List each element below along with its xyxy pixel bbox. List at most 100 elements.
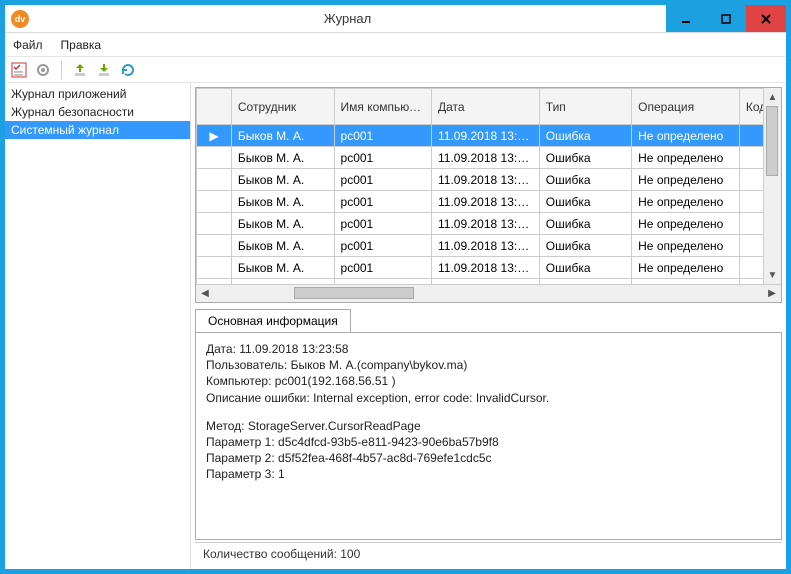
close-button[interactable] (746, 5, 786, 32)
table-row[interactable]: Быков М. А.pc00111.09.2018 13:2...Ошибка… (197, 213, 781, 235)
table-row[interactable]: Быков М. А.pc00111.09.2018 13:2...Ошибка… (197, 147, 781, 169)
app-icon: dv (11, 10, 29, 28)
detail-tabs: Основная информация (195, 309, 782, 332)
cell-date: 11.09.2018 13:2... (432, 169, 540, 191)
cell-employee: Быков М. А. (231, 235, 334, 257)
detail-method: Метод: StorageServer.CursorReadPage (206, 418, 771, 434)
vscroll-track[interactable] (764, 106, 781, 266)
horizontal-scrollbar[interactable]: ◀ ▶ (196, 284, 781, 302)
cell-computer: pc001 (334, 191, 432, 213)
status-bar: Количество сообщений: 100 (195, 542, 782, 565)
export-up-icon[interactable] (72, 62, 88, 78)
cell-date: 11.09.2018 13:2... (432, 235, 540, 257)
titlebar: dv Журнал (5, 5, 786, 33)
cell-employee: Быков М. А. (231, 213, 334, 235)
detail-param3: Параметр 3: 1 (206, 466, 771, 482)
cell-date: 11.09.2018 13:2... (432, 125, 540, 147)
cell-operation: Не определено (632, 125, 740, 147)
cell-operation: Не определено (632, 213, 740, 235)
table-row[interactable]: Быков М. А.pc00111.09.2018 13:2...Ошибка… (197, 191, 781, 213)
cell-type: Ошибка (539, 125, 631, 147)
cell-operation: Не определено (632, 235, 740, 257)
cell-operation: Не определено (632, 191, 740, 213)
col-type[interactable]: Тип (539, 89, 631, 125)
cell-computer: pc001 (334, 213, 432, 235)
spacer (206, 406, 771, 418)
col-computer[interactable]: Имя компьютера (334, 89, 432, 125)
cell-employee: Быков М. А. (231, 147, 334, 169)
scroll-right-icon[interactable]: ▶ (763, 288, 781, 299)
vscroll-thumb[interactable] (766, 106, 778, 176)
cell-type: Ошибка (539, 169, 631, 191)
cell-type: Ошибка (539, 235, 631, 257)
cell-type: Ошибка (539, 147, 631, 169)
gear-icon[interactable] (35, 62, 51, 78)
cell-employee: Быков М. А. (231, 257, 334, 279)
col-operation[interactable]: Операция (632, 89, 740, 125)
toolbar-separator (61, 61, 62, 79)
cell-operation: Не определено (632, 169, 740, 191)
sidebar: Журнал приложений Журнал безопасности Си… (5, 83, 191, 569)
tab-basic-info[interactable]: Основная информация (195, 309, 351, 332)
cell-computer: pc001 (334, 125, 432, 147)
minimize-button[interactable] (666, 5, 706, 32)
log-grid: Сотрудник Имя компьютера Дата Тип Операц… (195, 87, 782, 303)
toolbar (5, 57, 786, 83)
checklist-icon[interactable] (11, 62, 27, 78)
row-indicator: ▶ (197, 125, 232, 147)
window-controls (666, 5, 786, 32)
cell-type: Ошибка (539, 213, 631, 235)
table-row[interactable]: Быков М. А.pc00111.09.2018 13:2...Ошибка… (197, 235, 781, 257)
window-title: Журнал (29, 11, 666, 26)
scroll-up-icon[interactable]: ▲ (764, 88, 781, 106)
scroll-left-icon[interactable]: ◀ (196, 288, 214, 299)
hscroll-track[interactable] (214, 285, 763, 302)
cell-operation: Не определено (632, 257, 740, 279)
sidebar-item-system-log[interactable]: Системный журнал (5, 121, 190, 139)
cell-employee: Быков М. А. (231, 191, 334, 213)
maximize-button[interactable] (706, 5, 746, 32)
detail-computer: Компьютер: pc001(192.168.56.51 ) (206, 373, 771, 389)
menu-edit[interactable]: Правка (61, 38, 102, 52)
app-window: dv Журнал Файл Правка (4, 4, 787, 570)
cell-type: Ошибка (539, 257, 631, 279)
row-indicator (197, 213, 232, 235)
menubar: Файл Правка (5, 33, 786, 57)
refresh-icon[interactable] (120, 62, 136, 78)
main-panel: Сотрудник Имя компьютера Дата Тип Операц… (191, 83, 786, 569)
col-employee[interactable]: Сотрудник (231, 89, 334, 125)
grid-header-row: Сотрудник Имя компьютера Дата Тип Операц… (197, 89, 781, 125)
cell-computer: pc001 (334, 257, 432, 279)
cell-employee: Быков М. А. (231, 169, 334, 191)
cell-date: 11.09.2018 13:2... (432, 147, 540, 169)
vertical-scrollbar[interactable]: ▲ ▼ (763, 88, 781, 284)
row-indicator (197, 147, 232, 169)
row-indicator (197, 191, 232, 213)
detail-error: Описание ошибки: Internal exception, err… (206, 390, 771, 406)
sidebar-item-app-log[interactable]: Журнал приложений (5, 85, 190, 103)
cell-computer: pc001 (334, 147, 432, 169)
import-down-icon[interactable] (96, 62, 112, 78)
table-row[interactable]: ▶Быков М. А.pc00111.09.2018 13:2...Ошибк… (197, 125, 781, 147)
table-row[interactable]: Быков М. А.pc00111.09.2018 13:2...Ошибка… (197, 257, 781, 279)
cell-date: 11.09.2018 13:2... (432, 257, 540, 279)
hscroll-thumb[interactable] (294, 287, 414, 299)
cell-date: 11.09.2018 13:2... (432, 213, 540, 235)
col-date[interactable]: Дата (432, 89, 540, 125)
table-row[interactable]: Быков М. А.pc00111.09.2018 13:2...Ошибка… (197, 169, 781, 191)
cell-operation: Не определено (632, 147, 740, 169)
cell-type: Ошибка (539, 191, 631, 213)
cell-computer: pc001 (334, 235, 432, 257)
cell-date: 11.09.2018 13:2... (432, 191, 540, 213)
menu-file[interactable]: Файл (13, 38, 43, 52)
cell-computer: pc001 (334, 169, 432, 191)
detail-date: Дата: 11.09.2018 13:23:58 (206, 341, 771, 357)
row-indicator (197, 257, 232, 279)
grid-viewport[interactable]: Сотрудник Имя компьютера Дата Тип Операц… (196, 88, 781, 284)
content-area: Журнал приложений Журнал безопасности Си… (5, 83, 786, 569)
scroll-down-icon[interactable]: ▼ (764, 266, 781, 284)
detail-param2: Параметр 2: d5f52fea-468f-4b57-ac8d-769e… (206, 450, 771, 466)
row-indicator (197, 169, 232, 191)
sidebar-item-security-log[interactable]: Журнал безопасности (5, 103, 190, 121)
detail-panel: Дата: 11.09.2018 13:23:58 Пользователь: … (195, 332, 782, 540)
